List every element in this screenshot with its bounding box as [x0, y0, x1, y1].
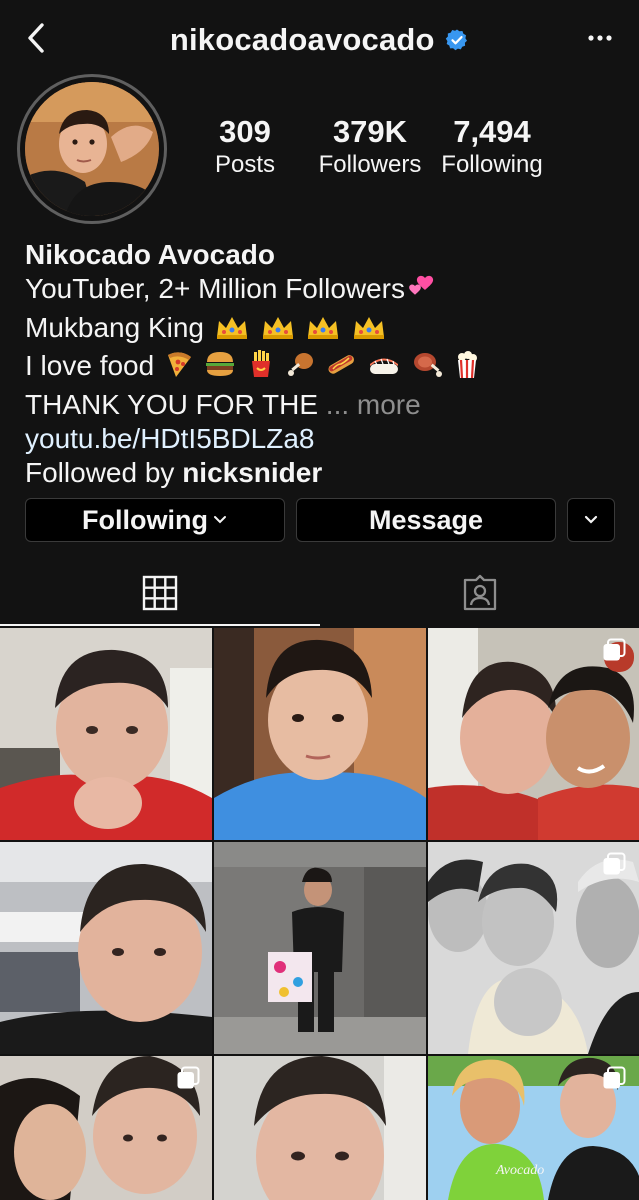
- hot-dog-icon: [325, 349, 357, 387]
- post-thumbnail-8[interactable]: [214, 1056, 426, 1200]
- profile-tabs: [0, 560, 639, 626]
- multiple-photos-icon: [603, 638, 626, 661]
- top-bar: nikocadoavocado: [0, 0, 639, 76]
- tab-posts-grid[interactable]: [0, 560, 320, 626]
- svg-text:Avocado: Avocado: [495, 1163, 544, 1178]
- sushi-icon: [367, 349, 401, 387]
- two-hearts-icon: [407, 274, 437, 310]
- profile-bio: Nikocado Avocado YouTuber, 2+ Million Fo…: [25, 238, 625, 491]
- hamburger-icon: [204, 349, 236, 387]
- avatar-ring[interactable]: [17, 74, 167, 224]
- tagged-icon: [463, 574, 496, 611]
- posts-count: 309: [219, 114, 271, 149]
- crown-icon: [260, 313, 296, 349]
- bio-text-1: YouTuber, 2+ Million Followers: [25, 273, 406, 305]
- following-button[interactable]: Following: [25, 498, 285, 542]
- profile-username: nikocadoavocado: [169, 22, 435, 57]
- followers-stat[interactable]: 379K Followers: [312, 114, 428, 180]
- more-horizontal-icon: [588, 35, 612, 41]
- following-stat[interactable]: 7,494 Following: [436, 114, 548, 180]
- bio-line-3: I love food: [25, 349, 625, 387]
- post-thumbnail-2[interactable]: [214, 628, 426, 840]
- avatar: [25, 82, 159, 216]
- suggested-accounts-button[interactable]: [567, 498, 615, 542]
- crown-icon: [305, 313, 341, 349]
- crown-icon: [351, 313, 387, 349]
- posts-grid: Avocado: [0, 628, 639, 1200]
- bio-line-2: Mukbang King: [25, 311, 625, 349]
- posts-stat[interactable]: 309 Posts: [200, 114, 290, 180]
- bio-website-link[interactable]: youtu.be/HDtI5BDLZa8: [25, 422, 625, 456]
- active-tab-indicator: [0, 624, 320, 626]
- chevron-down-icon: [213, 516, 226, 524]
- multiple-photos-icon: [603, 852, 626, 875]
- message-button[interactable]: Message: [296, 498, 556, 542]
- following-count: 7,494: [453, 114, 531, 149]
- chevron-down-icon: [584, 515, 598, 524]
- followers-count: 379K: [332, 114, 408, 149]
- profile-stats: 309 Posts 379K Followers 7,494 Following: [200, 114, 560, 194]
- profile-page: nikocadoavocado 309 Posts 379K Followers…: [0, 0, 639, 1200]
- followers-label: Followers: [318, 151, 422, 178]
- meat-on-bone-icon: [411, 349, 443, 387]
- followed-by-user: nicksnider: [182, 457, 323, 489]
- bio-line-1: YouTuber, 2+ Million Followers: [25, 272, 625, 310]
- multiple-photos-icon: [603, 1066, 626, 1089]
- post-thumbnail-1[interactable]: [0, 628, 212, 840]
- crown-icon: [214, 313, 250, 349]
- posts-label: Posts: [214, 151, 276, 178]
- multiple-photos-icon: [177, 1066, 200, 1089]
- message-button-label: Message: [368, 504, 484, 535]
- popcorn-icon: [452, 349, 482, 387]
- bio-more-link[interactable]: ... more: [326, 389, 421, 420]
- following-button-label: Following: [82, 504, 208, 535]
- followed-by-prefix: Followed by: [25, 457, 183, 489]
- verified-badge-icon: [445, 29, 468, 51]
- post-thumbnail-4[interactable]: [0, 842, 212, 1054]
- pizza-icon: [164, 349, 194, 387]
- followed-by[interactable]: Followed by nicksnider: [25, 456, 625, 490]
- post-thumbnail-5[interactable]: [214, 842, 426, 1054]
- more-options-button[interactable]: [585, 28, 615, 48]
- following-label: Following: [441, 151, 543, 178]
- poultry-leg-icon: [285, 349, 315, 387]
- grid-icon: [142, 575, 178, 611]
- fries-icon: [246, 349, 276, 387]
- bio-text-4: THANK YOU FOR THE: [25, 388, 319, 420]
- bio-line-4: THANK YOU FOR THE ... more: [25, 388, 625, 422]
- display-name: Nikocado Avocado: [25, 239, 275, 270]
- bio-text-2: Mukbang King: [25, 311, 205, 343]
- tab-tagged[interactable]: [320, 560, 639, 626]
- bio-text-3: I love food: [25, 350, 155, 382]
